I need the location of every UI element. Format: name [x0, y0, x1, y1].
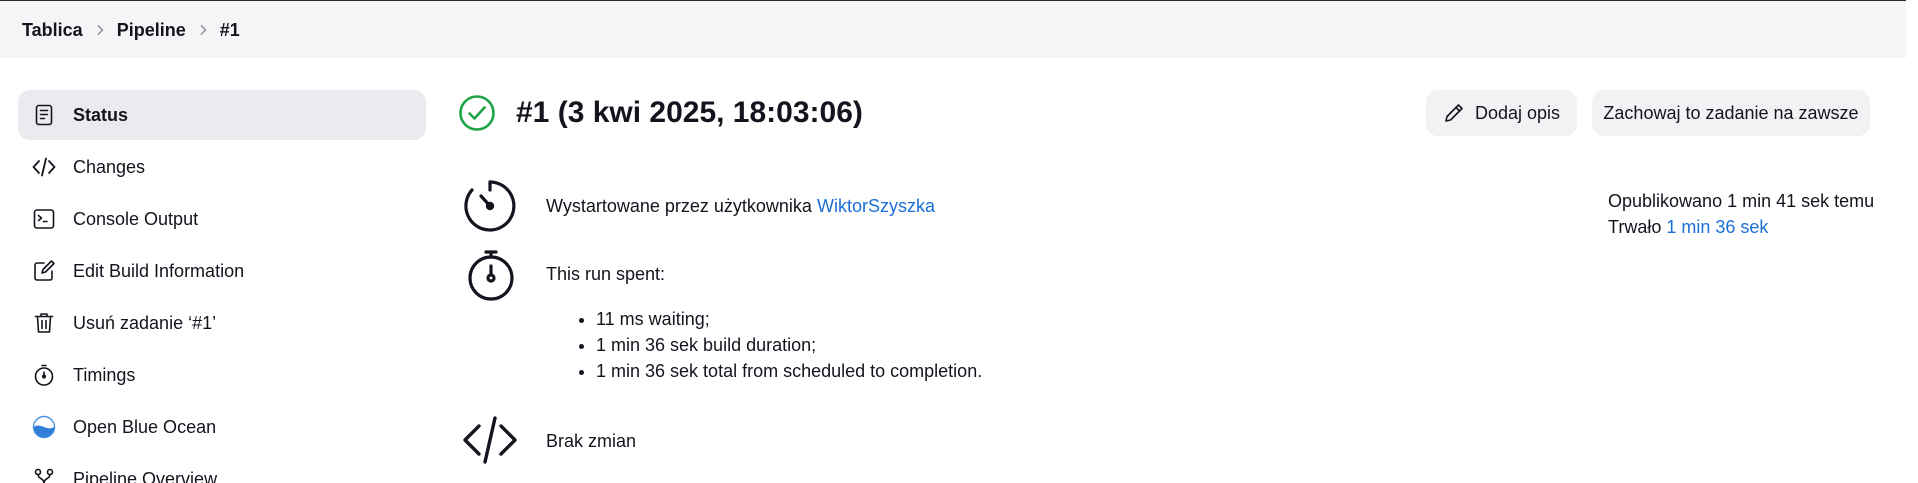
sidebar-item-delete-build[interactable]: Usuń zadanie ‘#1’ — [18, 298, 426, 348]
add-description-label: Dodaj opis — [1474, 102, 1561, 123]
sidebar-item-label: Pipeline Overview — [73, 468, 218, 483]
code-icon — [462, 412, 518, 468]
user-link[interactable]: WiktorSzyszka — [817, 196, 935, 216]
build-page: Tablica Pipeline #1 Status Changes Conso… — [0, 0, 1906, 483]
build-heading: #1 (3 kwi 2025, 18:03:06) — [458, 94, 863, 132]
keep-forever-button[interactable]: Zachowaj to zadanie na zawsze — [1592, 90, 1870, 136]
add-description-button[interactable]: Dodaj opis — [1426, 90, 1577, 136]
sidebar-item-label: Changes — [73, 156, 146, 177]
breadcrumb-build[interactable]: #1 — [220, 20, 240, 41]
stopwatch-icon — [32, 363, 56, 387]
blue-ocean-icon — [32, 415, 56, 439]
list-item: 1 min 36 sek build duration; — [596, 332, 982, 358]
build-meta: Opublikowano 1 min 41 sek temu Trwało 1 … — [1608, 188, 1874, 240]
sidebar: Status Changes Console Output Edit Build… — [18, 90, 426, 483]
timer-icon — [462, 178, 518, 234]
sidebar-item-label: Timings — [73, 364, 136, 385]
keep-forever-label: Zachowaj to zadanie na zawsze — [1603, 102, 1859, 123]
run-spent-list: 11 ms waiting; 1 min 36 sek build durati… — [566, 306, 982, 384]
sidebar-item-label: Edit Build Information — [73, 260, 245, 281]
sidebar-item-status[interactable]: Status — [18, 90, 426, 140]
pipeline-icon — [32, 467, 56, 483]
list-item: 11 ms waiting; — [596, 306, 982, 332]
success-check-icon — [458, 94, 496, 132]
sidebar-item-label: Console Output — [73, 208, 199, 229]
sidebar-item-pipeline-overview[interactable]: Pipeline Overview — [18, 454, 426, 483]
breadcrumb-dashboard[interactable]: Tablica — [22, 20, 83, 41]
started-by-prefix: Wystartowane przez użytkownika — [546, 196, 812, 216]
stopwatch-icon — [465, 248, 521, 304]
breadcrumb-pipeline[interactable]: Pipeline — [117, 20, 186, 41]
sidebar-item-label: Usuń zadanie ‘#1’ — [73, 312, 217, 333]
list-item: 1 min 36 sek total from scheduled to com… — [596, 358, 982, 384]
edit-icon — [32, 259, 56, 283]
page-title: #1 (3 kwi 2025, 18:03:06) — [516, 96, 863, 129]
sidebar-item-label: Open Blue Ocean — [73, 416, 217, 437]
chevron-right-icon — [186, 24, 220, 36]
pencil-icon — [1445, 104, 1463, 122]
document-icon — [32, 103, 56, 127]
duration-link[interactable]: 1 min 36 sek — [1666, 217, 1768, 237]
sidebar-item-changes[interactable]: Changes — [18, 142, 426, 192]
sidebar-item-edit-build-information[interactable]: Edit Build Information — [18, 246, 426, 296]
code-icon — [32, 155, 56, 179]
sidebar-item-open-blue-ocean[interactable]: Open Blue Ocean — [18, 402, 426, 452]
duration-line: Trwało 1 min 36 sek — [1608, 214, 1874, 240]
trash-icon — [32, 311, 56, 335]
run-spent-heading: This run spent: — [546, 264, 666, 284]
sidebar-item-console-output[interactable]: Console Output — [18, 194, 426, 244]
sidebar-item-timings[interactable]: Timings — [18, 350, 426, 400]
breadcrumb: Tablica Pipeline #1 — [22, 1, 240, 59]
chevron-right-icon — [83, 24, 117, 36]
published-time: Opublikowano 1 min 41 sek temu — [1608, 191, 1875, 211]
terminal-icon — [32, 207, 56, 231]
sidebar-item-label: Status — [73, 104, 129, 125]
started-by-text: Wystartowane przez użytkownika WiktorSzy… — [546, 196, 935, 217]
no-changes-text: Brak zmian — [546, 431, 637, 451]
top-bar: Tablica Pipeline #1 — [0, 0, 1906, 58]
scrollbar[interactable] — [1906, 0, 1918, 483]
duration-prefix: Trwało — [1608, 217, 1662, 237]
